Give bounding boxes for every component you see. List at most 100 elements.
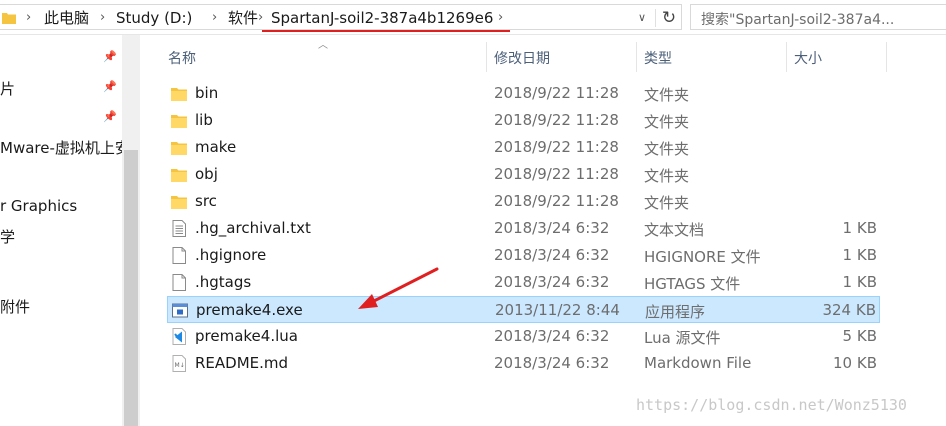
file-size: 5 KB (842, 327, 877, 345)
file-type: 文件夹 (644, 194, 690, 212)
column-divider[interactable] (636, 42, 637, 72)
file-row[interactable]: src 2018/9/22 11:28 文件夹 (167, 188, 880, 215)
folder-icon (171, 88, 187, 101)
file-list: ︿ 名称 修改日期 类型 大小 bin 2018/9/22 11:28 文件夹 lib… (140, 35, 946, 426)
file-row[interactable]: obj 2018/9/22 11:28 文件夹 (167, 161, 880, 188)
refresh-button[interactable]: ↻ (655, 9, 682, 27)
nav-item[interactable]: 学 (0, 226, 15, 247)
file-name: obj (195, 165, 218, 183)
markdown-file-icon: M↓ (172, 355, 186, 372)
file-type: Lua 源文件 (644, 329, 721, 347)
folder-icon (171, 169, 187, 182)
annotation-underline (262, 30, 510, 32)
search-placeholder: 搜索"SpartanJ-soil2-387a4... (701, 12, 895, 28)
file-row[interactable]: make 2018/9/22 11:28 文件夹 (167, 134, 880, 161)
breadcrumb-separator: › (212, 10, 218, 25)
file-type: 应用程序 (645, 303, 706, 321)
file-row[interactable]: .hgignore 2018/3/24 6:32 HGIGNORE 文件 1 KB (167, 242, 880, 269)
file-size: 324 KB (822, 301, 876, 319)
nav-item[interactable]: r Graphics (0, 197, 77, 215)
column-divider[interactable] (886, 42, 887, 72)
file-row[interactable]: M↓ README.md 2018/3/24 6:32 Markdown File 10… (167, 350, 880, 377)
file-date: 2018/9/22 11:28 (494, 192, 619, 210)
text-file-icon (172, 220, 186, 237)
watermark: https://blog.csdn.net/Wonz5130 (636, 396, 907, 414)
blank-file-icon (172, 247, 186, 264)
breadcrumb-software[interactable]: 软件 (228, 9, 258, 27)
column-header-size[interactable]: 大小 (794, 48, 822, 68)
breadcrumb-separator: › (498, 10, 504, 25)
file-date: 2018/9/22 11:28 (494, 138, 619, 156)
blank-file-icon (172, 274, 186, 291)
file-date: 2013/11/22 8:44 (495, 301, 620, 319)
nav-item[interactable]: Mware-虚拟机上安 (0, 137, 122, 158)
file-date: 2018/3/24 6:32 (494, 246, 610, 264)
file-date: 2018/9/22 11:28 (494, 165, 619, 183)
address-bar[interactable]: › 此电脑 › Study (D:) › 软件 › SpartanJ-soil2… (0, 4, 682, 32)
address-dropdown-button[interactable]: ∨ (630, 9, 654, 27)
file-name: lib (195, 111, 213, 129)
file-type: 文件夹 (644, 140, 690, 158)
file-name: premake4.lua (195, 327, 298, 345)
exe-icon (172, 303, 188, 318)
pin-icon: 📌 (103, 80, 117, 93)
file-date: 2018/3/24 6:32 (494, 219, 610, 237)
navigation-pane: 📌 片 📌 📌 Mware-虚拟机上安 r Graphics 学 附件 (0, 35, 122, 426)
column-header-name[interactable]: 名称 (168, 48, 196, 68)
file-name: premake4.exe (196, 301, 303, 319)
vscode-file-icon (172, 328, 186, 345)
column-header-date[interactable]: 修改日期 (494, 48, 550, 68)
column-divider[interactable] (786, 42, 787, 72)
file-row[interactable]: .hg_archival.txt 2018/3/24 6:32 文本文档 1 KB (167, 215, 880, 242)
file-name: src (195, 192, 217, 210)
file-size: 1 KB (842, 273, 877, 291)
sort-ascending-icon: ︿ (318, 40, 328, 51)
file-type: HGIGNORE 文件 (644, 248, 761, 266)
file-name: .hgignore (195, 246, 267, 264)
file-type: 文件夹 (644, 86, 690, 104)
file-row[interactable]: premake4.exe 2013/11/22 8:44 应用程序 324 KB (167, 296, 880, 323)
file-name: .hgtags (195, 273, 252, 291)
file-date: 2018/9/22 11:28 (494, 111, 619, 129)
column-header-type[interactable]: 类型 (644, 48, 672, 68)
pin-icon: 📌 (103, 110, 117, 123)
nav-item[interactable]: 片 (0, 78, 15, 99)
file-type: HGTAGS 文件 (644, 275, 741, 293)
file-size: 1 KB (842, 219, 877, 237)
breadcrumb-current-folder[interactable]: SpartanJ-soil2-387a4b1269e6 (271, 9, 493, 27)
breadcrumb-this-pc[interactable]: 此电脑 (44, 9, 89, 27)
folder-icon (2, 13, 16, 24)
file-name: make (195, 138, 237, 156)
breadcrumb-separator: › (26, 10, 32, 25)
file-type: 文件夹 (644, 167, 690, 185)
file-name: README.md (195, 354, 289, 372)
file-date: 2018/3/24 6:32 (494, 354, 610, 372)
file-type: Markdown File (644, 354, 752, 372)
nav-scrollbar[interactable] (122, 35, 140, 426)
column-divider[interactable] (486, 42, 487, 72)
folder-icon (171, 115, 187, 128)
nav-item[interactable]: 附件 (0, 296, 30, 317)
file-row[interactable]: .hgtags 2018/3/24 6:32 HGTAGS 文件 1 KB (167, 269, 880, 296)
file-type: 文本文档 (644, 221, 705, 239)
file-name: .hg_archival.txt (195, 219, 311, 237)
breadcrumb-study-drive[interactable]: Study (D:) (116, 9, 192, 27)
address-bar-row: › 此电脑 › Study (D:) › 软件 › SpartanJ-soil2… (0, 0, 946, 35)
folder-icon (171, 196, 187, 209)
breadcrumb-separator: › (100, 10, 106, 25)
file-size: 1 KB (842, 246, 877, 264)
file-date: 2018/3/24 6:32 (494, 273, 610, 291)
file-type: 文件夹 (644, 113, 690, 131)
pin-icon: 📌 (103, 50, 117, 63)
svg-text:M↓: M↓ (175, 362, 185, 369)
file-row[interactable]: lib 2018/9/22 11:28 文件夹 (167, 107, 880, 134)
file-name: bin (195, 84, 219, 102)
scrollbar-thumb[interactable] (124, 150, 138, 426)
file-date: 2018/3/24 6:32 (494, 327, 610, 345)
file-date: 2018/9/22 11:28 (494, 84, 619, 102)
file-row[interactable]: premake4.lua 2018/3/24 6:32 Lua 源文件 5 KB (167, 323, 880, 350)
file-row[interactable]: bin 2018/9/22 11:28 文件夹 (167, 80, 880, 107)
breadcrumb-separator: › (258, 10, 264, 25)
file-size: 10 KB (833, 354, 877, 372)
search-input[interactable]: 搜索"SpartanJ-soil2-387a4... (690, 4, 946, 30)
